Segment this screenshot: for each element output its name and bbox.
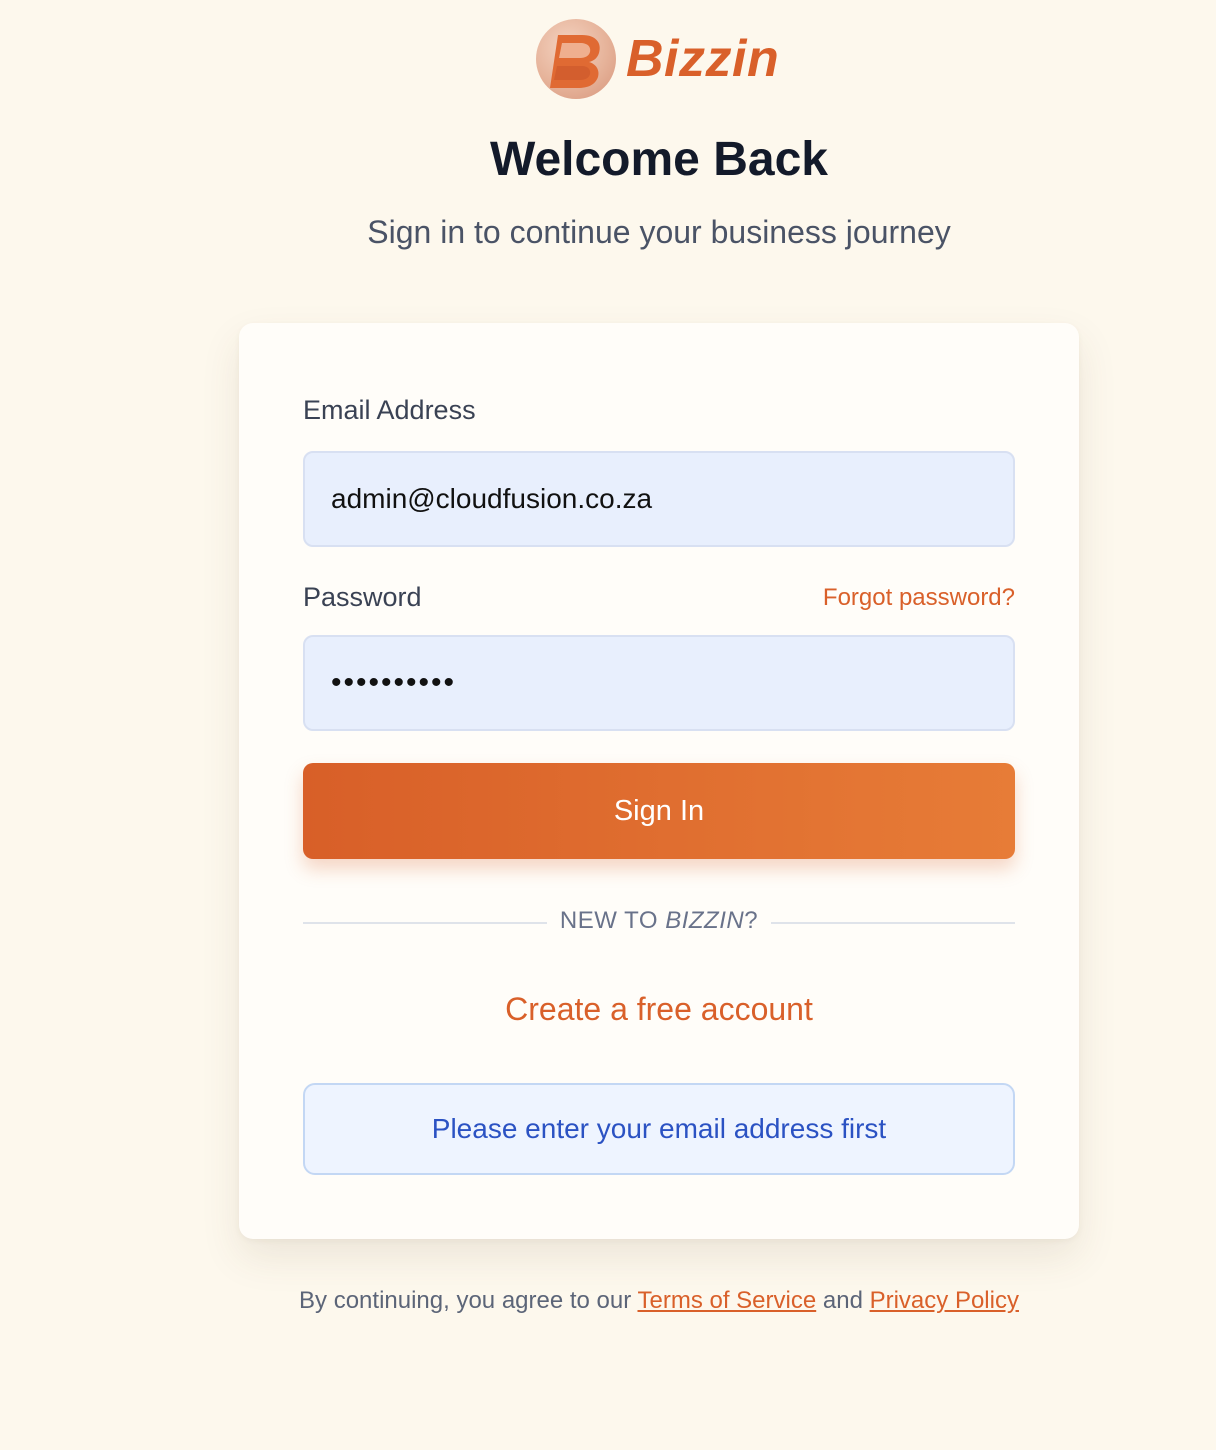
footer-legal: By continuing, you agree to our Terms of… [0, 1287, 1216, 1315]
privacy-policy-link[interactable]: Privacy Policy [870, 1287, 1019, 1314]
footer-conjunction: and [822, 1287, 863, 1314]
brand-logo: Bizzin [536, 18, 779, 100]
password-field[interactable]: •••••••••• [303, 635, 1015, 731]
page-subtitle: Sign in to continue your business journe… [367, 214, 951, 250]
sign-in-button[interactable]: Sign In [303, 763, 1015, 859]
info-notice: Please enter your email address first [303, 1083, 1015, 1175]
divider-brand: BIZZIN [665, 907, 745, 934]
bizzin-b-logo-icon [536, 19, 616, 99]
divider-prefix: NEW TO [559, 907, 666, 934]
password-label: Password [303, 582, 422, 612]
sign-in-card: Email Address admin@cloudfusion.co.za Pa… [239, 323, 1079, 1239]
footer-prefix: By continuing, you agree to our [299, 1287, 632, 1314]
divider-line-right [771, 922, 1015, 924]
email-field[interactable]: admin@cloudfusion.co.za [303, 451, 1015, 547]
forgot-password-link[interactable]: Forgot password? [823, 584, 1015, 612]
terms-of-service-link[interactable]: Terms of Service [637, 1287, 816, 1314]
create-account-link[interactable]: Create a free account [239, 991, 1079, 1028]
divider-suffix: ? [744, 907, 759, 934]
brand-name: Bizzin [626, 30, 780, 88]
page-title: Welcome Back [490, 133, 828, 186]
divider-line-left [303, 922, 547, 924]
divider-text: NEW TO BIZZIN? [547, 907, 771, 935]
email-label: Email Address [303, 395, 476, 425]
